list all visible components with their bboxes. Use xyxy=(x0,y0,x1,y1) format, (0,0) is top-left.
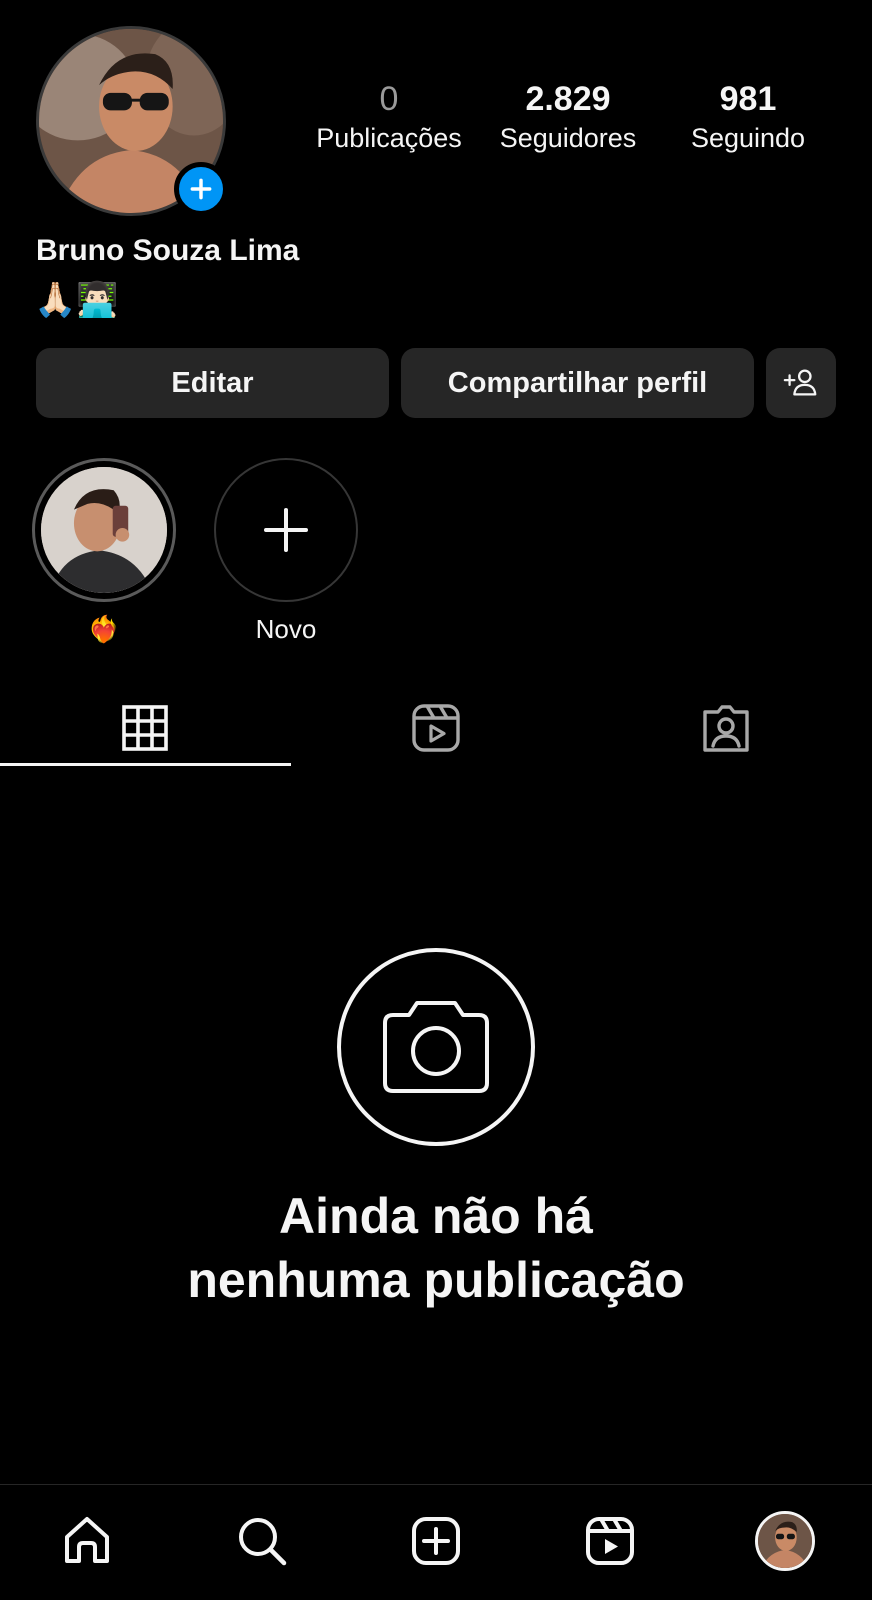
stat-posts[interactable]: 0 Publicações xyxy=(300,78,478,156)
search-icon xyxy=(238,1518,286,1566)
highlight-item[interactable]: ❤️‍🔥 xyxy=(32,458,176,644)
stat-following-label: Seguindo xyxy=(690,123,806,153)
profile-avatar-photo xyxy=(757,1514,812,1568)
highlight-label: ❤️‍🔥 xyxy=(87,614,121,644)
empty-state-line2: nenhuma publicação xyxy=(187,1252,685,1308)
add-person-icon xyxy=(783,369,817,396)
new-highlight-circle xyxy=(214,458,358,602)
edit-profile-button[interactable]: Editar xyxy=(36,348,389,418)
tab-tagged[interactable] xyxy=(581,690,872,778)
stat-followers[interactable]: 2.829 Seguidores xyxy=(478,78,658,156)
stat-followers-value: 2.829 xyxy=(525,80,611,118)
tab-reels[interactable] xyxy=(291,690,582,778)
highlight-cover xyxy=(41,467,167,593)
create-icon xyxy=(411,1517,460,1565)
reels-icon xyxy=(586,1517,635,1565)
profile-avatar xyxy=(754,1511,815,1571)
tagged-icon xyxy=(703,705,750,752)
stat-following[interactable]: 981 Seguindo xyxy=(658,78,838,156)
nav-search[interactable] xyxy=(230,1509,294,1573)
plus-icon xyxy=(264,508,308,552)
highlight-ring xyxy=(32,458,176,602)
grid-icon xyxy=(122,705,169,751)
empty-state-camera xyxy=(337,948,535,1146)
camera-icon xyxy=(383,1001,489,1093)
discover-people-button[interactable] xyxy=(766,348,836,418)
add-story-button[interactable] xyxy=(174,162,228,216)
plus-icon xyxy=(190,178,212,200)
empty-state-title: Ainda não há nenhuma publicação xyxy=(0,1184,872,1312)
stat-posts-label: Publicações xyxy=(316,123,462,153)
new-highlight[interactable]: Novo xyxy=(214,458,358,644)
nav-home[interactable] xyxy=(55,1509,119,1573)
new-highlight-label: Novo xyxy=(255,614,317,644)
home-icon xyxy=(65,1517,110,1563)
profile-bio: 🙏🏻👨🏻‍💻 xyxy=(34,281,119,319)
share-profile-button[interactable]: Compartilhar perfil xyxy=(401,348,754,418)
profile-tabs xyxy=(0,690,872,778)
bottom-navigation xyxy=(0,1484,872,1600)
stat-following-value: 981 xyxy=(719,80,777,118)
empty-state-line1: Ainda não há xyxy=(279,1188,593,1244)
reels-icon xyxy=(412,704,460,752)
nav-profile[interactable] xyxy=(753,1509,817,1573)
tab-posts-grid[interactable] xyxy=(0,690,291,778)
highlight-photo xyxy=(41,467,167,593)
stat-posts-value: 0 xyxy=(379,80,399,118)
stat-followers-label: Seguidores xyxy=(499,123,637,153)
profile-page: 0 Publicações 2.829 Seguidores 981 Segui… xyxy=(0,0,872,1600)
profile-stats: 0 Publicações 2.829 Seguidores 981 Segui… xyxy=(300,78,840,156)
nav-create[interactable] xyxy=(404,1509,468,1573)
nav-reels[interactable] xyxy=(578,1509,642,1573)
profile-name: Bruno Souza Lima xyxy=(36,234,300,267)
profile-avatar-wrap[interactable] xyxy=(36,26,228,216)
